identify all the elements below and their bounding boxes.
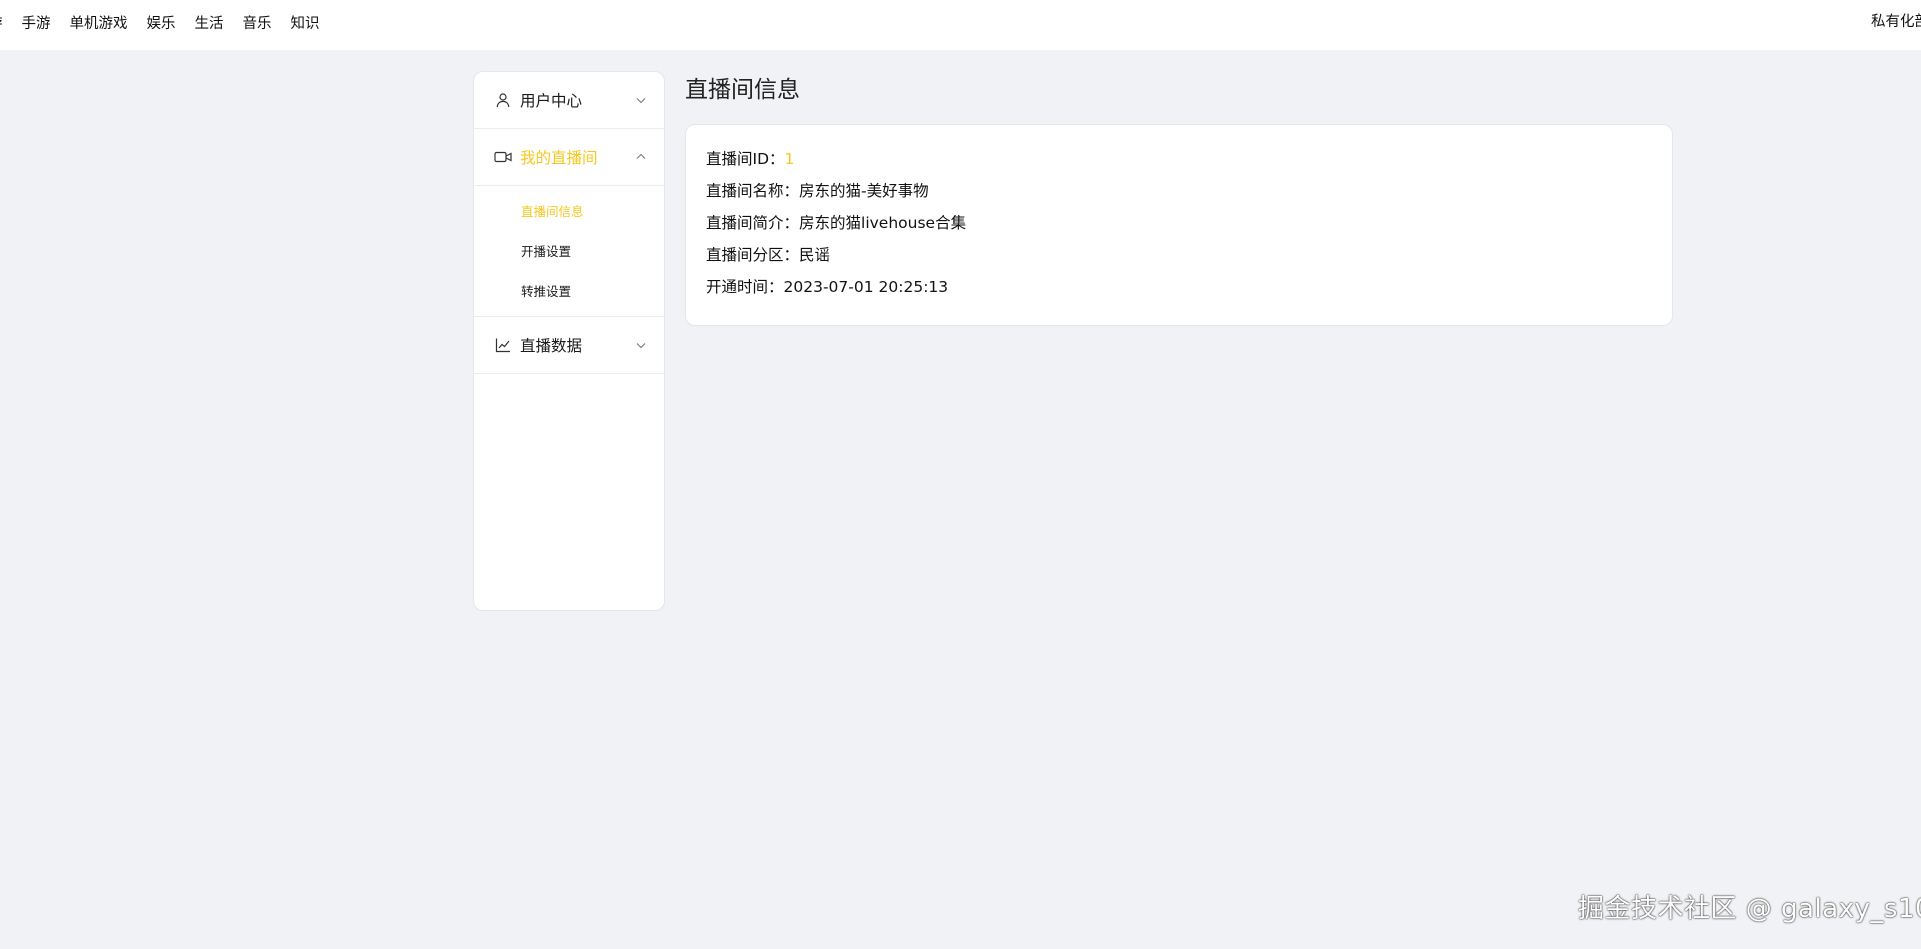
menu-header-live-data[interactable]: 直播数据 xyxy=(474,317,664,373)
chevron-up-icon xyxy=(634,150,648,164)
info-row-open-time: 开通时间：2023-07-01 20:25:13 xyxy=(706,271,1652,303)
chevron-down-icon xyxy=(634,93,648,107)
info-label: 直播间名称： xyxy=(706,182,800,200)
info-value-room-intro: 房东的猫livehouse合集 xyxy=(799,214,967,232)
info-row-room-id: 直播间ID：1 xyxy=(706,143,1652,175)
info-row-room-intro: 直播间简介：房东的猫livehouse合集 xyxy=(706,207,1652,239)
page-title: 直播间信息 xyxy=(685,77,800,103)
submenu-item-relay-settings[interactable]: 转推设置 xyxy=(474,272,664,312)
info-label: 直播间简介： xyxy=(706,214,800,232)
nav-item-single-player-game[interactable]: 单机游戏 xyxy=(70,12,128,33)
info-label: 直播间ID： xyxy=(706,150,785,168)
nav-item-knowledge[interactable]: 知识 xyxy=(291,12,320,33)
info-value-room-id: 1 xyxy=(784,150,795,168)
menu-header-my-live-room[interactable]: 我的直播间 xyxy=(474,129,664,185)
nav-item-game[interactable]: 游 xyxy=(0,12,3,33)
nav-item-entertainment[interactable]: 娱乐 xyxy=(147,12,176,33)
line-chart-icon xyxy=(494,336,512,354)
category-nav: 游 手游 单机游戏 娱乐 生活 音乐 知识 xyxy=(0,0,320,44)
info-row-room-name: 直播间名称：房东的猫-美好事物 xyxy=(706,175,1652,207)
info-label: 直播间分区： xyxy=(706,246,800,264)
menu-label-my-live-room: 我的直播间 xyxy=(520,149,598,167)
menu-group-user-center: 用户中心 xyxy=(474,72,664,129)
top-nav-bar: 游 手游 单机游戏 娱乐 生活 音乐 知识 私有化部署 xyxy=(0,0,1921,50)
submenu-item-broadcast-settings[interactable]: 开播设置 xyxy=(474,232,664,272)
menu-group-my-live-room: 我的直播间 直播间信息 开播设置 转推设置 xyxy=(474,129,664,317)
menu-header-user-center[interactable]: 用户中心 xyxy=(474,72,664,128)
info-value-open-time: 2023-07-01 20:25:13 xyxy=(783,278,949,296)
nav-item-music[interactable]: 音乐 xyxy=(243,12,272,33)
info-label: 开通时间： xyxy=(706,278,784,296)
video-camera-icon xyxy=(494,148,512,166)
menu-group-live-data: 直播数据 xyxy=(474,317,664,374)
info-value-room-category: 民谣 xyxy=(799,246,831,264)
menu-label-live-data: 直播数据 xyxy=(520,337,583,355)
user-icon xyxy=(494,91,512,109)
info-row-room-category: 直播间分区：民谣 xyxy=(706,239,1652,271)
nav-item-life[interactable]: 生活 xyxy=(195,12,224,33)
watermark: 掘金技术社区 @ galaxy_s10 xyxy=(1578,894,1921,924)
live-room-info-card: 直播间ID：1 直播间名称：房东的猫-美好事物 直播间简介：房东的猫liveho… xyxy=(685,124,1673,326)
chevron-down-icon xyxy=(634,338,648,352)
nav-item-mobile-game[interactable]: 手游 xyxy=(22,12,51,33)
submenu-my-live-room: 直播间信息 开播设置 转推设置 xyxy=(474,185,664,316)
private-deploy-link[interactable]: 私有化部署 xyxy=(1871,0,1921,44)
sidebar-menu: 用户中心 我的直播间 直播间信息 开播设置 转推设置 直播数据 xyxy=(473,71,665,611)
menu-label-user-center: 用户中心 xyxy=(520,92,583,110)
submenu-item-live-room-info[interactable]: 直播间信息 xyxy=(474,192,664,232)
info-value-room-name: 房东的猫-美好事物 xyxy=(799,182,929,200)
